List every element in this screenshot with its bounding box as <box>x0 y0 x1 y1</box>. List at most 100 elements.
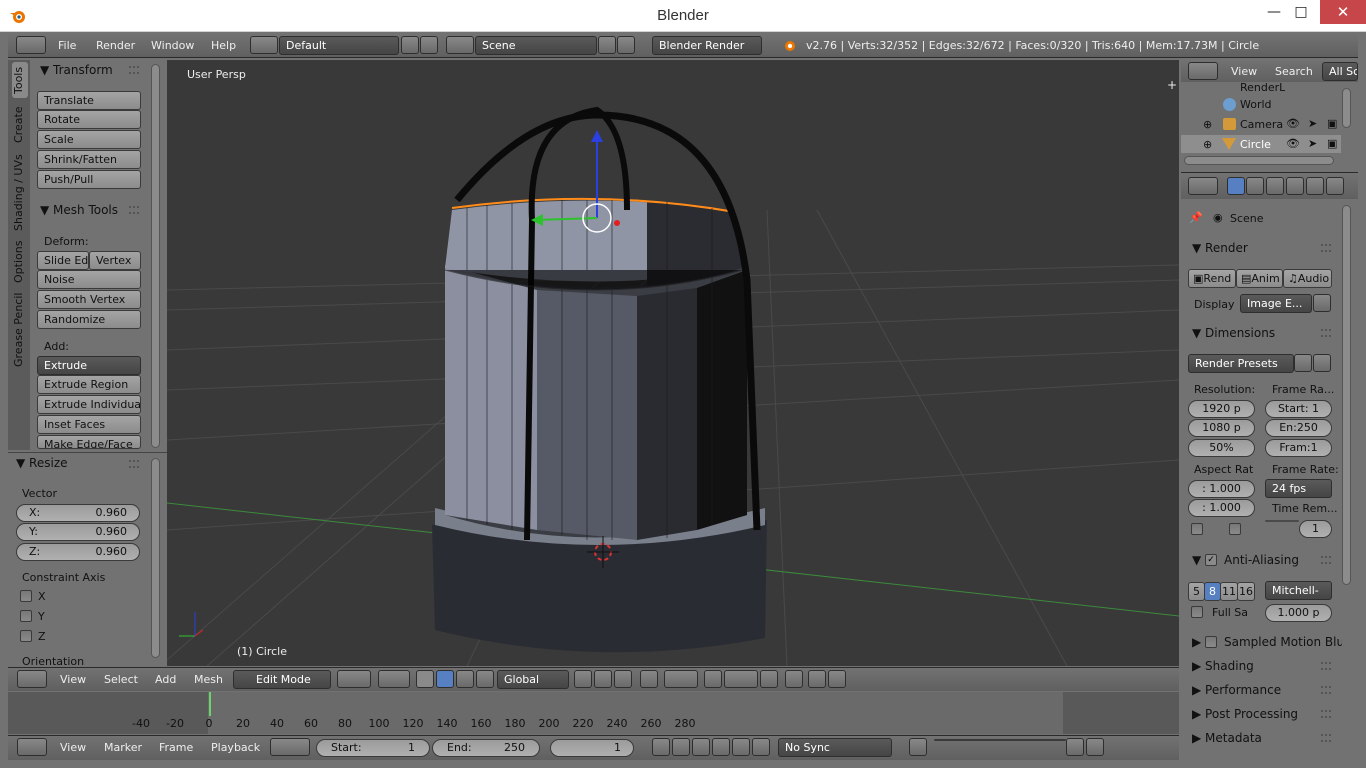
frame-start-field[interactable]: Start: 1 <box>1265 400 1332 418</box>
properties-scrollbar[interactable] <box>1342 205 1351 585</box>
3d-viewport[interactable]: User Persp (1) Circle + <box>167 60 1179 666</box>
selectability-arrow-icon[interactable]: ➤ <box>1308 117 1317 130</box>
opengl-render-image-icon[interactable] <box>785 670 803 688</box>
extrude-region-button[interactable]: Extrude Region <box>37 375 141 394</box>
rotate-button[interactable]: Rotate <box>37 110 141 129</box>
sync-mode-dropdown[interactable]: No Sync <box>778 738 892 757</box>
prev-keyframe-icon[interactable] <box>672 738 690 756</box>
pin-icon[interactable]: 📌 <box>1189 211 1203 224</box>
tab-grease-pencil[interactable]: Grease Pencil <box>12 290 28 370</box>
object-context-icon[interactable] <box>1306 177 1324 195</box>
panel-grip-icon[interactable] <box>1321 662 1331 670</box>
make-edge-face-button[interactable]: Make Edge/Face <box>37 435 141 449</box>
constraint-x-checkbox[interactable] <box>20 590 32 602</box>
limit-selection-icon[interactable] <box>640 670 658 688</box>
anti-aliasing-checkbox[interactable]: ✓ <box>1205 554 1217 566</box>
manipulator-toggle-icon[interactable] <box>416 670 434 688</box>
screen-layout-icon[interactable] <box>250 36 278 54</box>
start-frame-field[interactable]: Start: 1 <box>316 739 430 757</box>
timeline-menu-marker[interactable]: Marker <box>104 741 142 754</box>
resolution-x-field[interactable]: 1920 p <box>1188 400 1255 418</box>
expand-camera-icon[interactable]: ⊕ <box>1203 118 1212 131</box>
edge-select-mode-icon[interactable] <box>594 670 612 688</box>
tab-shading-uvs[interactable]: Shading / UVs <box>12 152 28 234</box>
close-icon[interactable]: ✕ <box>1320 0 1366 24</box>
editor-type-outliner-icon[interactable] <box>1188 62 1218 80</box>
scale-manipulator-icon[interactable] <box>476 670 494 688</box>
face-select-mode-icon[interactable] <box>614 670 632 688</box>
render-presets-dropdown[interactable]: Render Presets <box>1188 354 1294 373</box>
delete-layout-icon[interactable] <box>420 36 438 54</box>
panel-grip-icon[interactable] <box>1321 244 1331 252</box>
aa-samples-5-button[interactable]: 5 <box>1188 582 1205 601</box>
slide-edge-button[interactable]: Slide Ed <box>37 251 89 270</box>
snap-element-icon[interactable] <box>724 670 758 688</box>
outliner-vscrollbar[interactable] <box>1342 88 1351 128</box>
viewport-plus-icon[interactable]: + <box>1167 78 1177 92</box>
panel-grip-icon[interactable] <box>1321 734 1331 742</box>
end-frame-field[interactable]: End: 250 <box>432 739 540 757</box>
menu-render[interactable]: Render <box>96 39 135 52</box>
outliner-item-camera[interactable]: Camera <box>1240 118 1283 131</box>
full-sample-checkbox[interactable] <box>1191 606 1203 618</box>
menu-file[interactable]: File <box>58 39 76 52</box>
aspect-x-field[interactable]: : 1.000 <box>1188 480 1255 498</box>
panel-grip-icon[interactable] <box>129 206 139 214</box>
menu-help[interactable]: Help <box>211 39 236 52</box>
sampled-motion-blur-panel-header[interactable]: ▶ <box>1192 635 1201 649</box>
tool-shelf-scrollbar[interactable] <box>151 64 160 448</box>
extrude-dropdown[interactable]: Extrude <box>37 356 141 375</box>
constraint-z-checkbox[interactable] <box>20 630 32 642</box>
dimensions-panel-header[interactable]: ▼ Dimensions <box>1192 326 1275 340</box>
extrude-individual-button[interactable]: Extrude Individual <box>37 395 141 414</box>
panel-grip-icon[interactable] <box>129 66 139 74</box>
proportional-edit-icon[interactable] <box>664 670 698 688</box>
x-manipulator-handle[interactable] <box>614 220 620 226</box>
menu-mesh[interactable]: Mesh <box>194 673 223 686</box>
panel-grip-icon[interactable] <box>1321 556 1331 564</box>
add-layout-icon[interactable] <box>401 36 419 54</box>
aa-filter-size-field[interactable]: 1.000 p <box>1265 604 1332 622</box>
resolution-y-field[interactable]: 1080 p <box>1188 419 1255 437</box>
mesh-tools-panel-header[interactable]: ▼ Mesh Tools <box>40 203 118 217</box>
remove-preset-icon[interactable] <box>1313 354 1331 372</box>
outliner-hscrollbar[interactable] <box>1184 156 1334 165</box>
shading-panel-header[interactable]: ▶ Shading <box>1192 659 1254 673</box>
snap-target-icon[interactable] <box>760 670 778 688</box>
editor-type-info-icon[interactable] <box>16 36 46 54</box>
menu-view[interactable]: View <box>60 673 86 686</box>
timeline-menu-frame[interactable]: Frame <box>159 741 193 754</box>
frame-end-field[interactable]: En:250 <box>1265 419 1332 437</box>
panel-grip-icon[interactable] <box>129 460 139 468</box>
transform-orientation-dropdown[interactable]: Global <box>497 670 569 689</box>
outliner-item-world[interactable]: World <box>1240 98 1272 111</box>
scale-button[interactable]: Scale <box>37 130 141 149</box>
maximize-icon[interactable]: □ <box>1281 0 1321 24</box>
outliner-item-renderlayers[interactable]: RenderL <box>1240 81 1285 91</box>
panel-grip-icon[interactable] <box>1321 710 1331 718</box>
border-checkbox[interactable] <box>1191 523 1203 535</box>
smooth-vertex-button[interactable]: Smooth Vertex <box>37 290 141 309</box>
translate-manipulator-icon[interactable] <box>436 670 454 688</box>
render-image-button[interactable]: ▣Rend <box>1188 269 1236 288</box>
translate-button[interactable]: Translate <box>37 91 141 110</box>
delete-scene-icon[interactable] <box>617 36 635 54</box>
next-keyframe-icon[interactable] <box>732 738 750 756</box>
aspect-y-field[interactable]: : 1.000 <box>1188 499 1255 517</box>
jump-end-icon[interactable] <box>752 738 770 756</box>
noise-button[interactable]: Noise <box>37 270 141 289</box>
menu-window[interactable]: Window <box>151 39 194 52</box>
vector-z-field[interactable]: Z: 0.960 <box>16 543 140 561</box>
outliner-display-mode-dropdown[interactable]: All Sc <box>1322 62 1358 81</box>
tab-create[interactable]: Create <box>12 102 28 148</box>
viewport-shading-icon[interactable] <box>337 670 371 688</box>
scene-field[interactable]: Scene <box>475 36 597 55</box>
outliner-search-menu[interactable]: Search <box>1275 65 1313 78</box>
aa-samples-16-button[interactable]: 16 <box>1237 582 1255 601</box>
current-frame-field[interactable]: 1 <box>550 739 634 757</box>
render-context-icon[interactable] <box>1227 177 1245 195</box>
tab-tools[interactable]: Tools <box>12 62 28 98</box>
aa-filter-dropdown[interactable]: Mitchell- <box>1265 581 1332 600</box>
constraint-y-checkbox[interactable] <box>20 610 32 622</box>
scene-icon[interactable] <box>446 36 474 54</box>
